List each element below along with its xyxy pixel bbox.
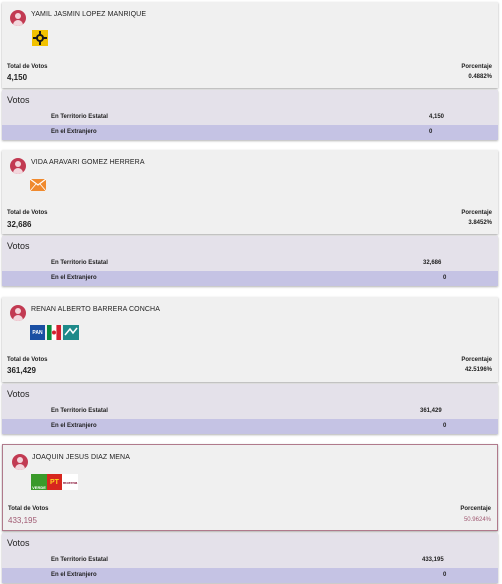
total-votos-label: Total de Votos — [7, 357, 48, 363]
extranjero-value: 0 — [443, 572, 447, 578]
porcentaje-label: Porcentaje — [461, 210, 492, 216]
table-row: En el Extranjero 0 — [2, 271, 498, 286]
extranjero-label: En el Extranjero — [51, 572, 97, 578]
pri-logo-icon — [47, 325, 61, 340]
votos-panel: Votos En Territorio Estatal 361,429 En e… — [2, 384, 498, 434]
table-row: En Territorio Estatal 361,429 — [2, 404, 498, 419]
table-row: En Territorio Estatal 4,150 — [2, 110, 498, 125]
pvem-logo-icon: VERDE — [31, 474, 47, 490]
avatar — [12, 454, 28, 470]
extranjero-value: 0 — [443, 423, 447, 429]
territorio-value: 4,150 — [429, 114, 445, 120]
territorio-value: 433,195 — [422, 557, 444, 563]
territorio-value: 361,429 — [420, 408, 442, 414]
avatar — [10, 305, 26, 321]
candidate-name: YAMIL JASMIN LOPEZ MANRIQUE — [31, 11, 147, 18]
total-votos-value: 4,150 — [7, 73, 28, 82]
avatar — [10, 10, 26, 26]
porcentaje-label: Porcentaje — [461, 357, 492, 363]
table-row: En el Extranjero 0 — [2, 125, 498, 140]
total-votos-label: Total de Votos — [7, 64, 48, 70]
porcentaje-value: 50.9624% — [463, 517, 491, 523]
extranjero-value: 0 — [443, 275, 447, 281]
candidate-name: VIDA ARAVARI GOMEZ HERRERA — [31, 159, 145, 166]
porcentaje-label: Porcentaje — [461, 64, 492, 70]
porcentaje-value: 3.8452% — [468, 220, 492, 226]
porcentaje-value: 0.4882% — [468, 74, 492, 80]
pan-logo-icon: PAN — [30, 325, 45, 340]
extranjero-label: En el Extranjero — [51, 129, 97, 135]
porcentaje-label: Porcentaje — [460, 506, 491, 512]
coalition-logo-icon — [63, 325, 79, 340]
votos-panel: Votos En Territorio Estatal 433,195 En e… — [2, 533, 498, 583]
total-votos-value: 361,429 — [7, 366, 36, 375]
porcentaje-value: 42.5196% — [464, 367, 492, 373]
territorio-label: En Territorio Estatal — [51, 408, 108, 414]
territorio-label: En Territorio Estatal — [51, 557, 108, 563]
votos-title: Votos — [7, 95, 30, 105]
extranjero-label: En el Extranjero — [51, 275, 97, 281]
votos-title: Votos — [7, 241, 30, 251]
total-votos-value: 32,686 — [7, 220, 32, 229]
territorio-label: En Territorio Estatal — [51, 114, 108, 120]
party-logo-icon — [32, 30, 48, 46]
table-row: En Territorio Estatal 433,195 — [2, 553, 498, 568]
candidate-name: RENAN ALBERTO BARRERA CONCHA — [31, 306, 160, 313]
votos-panel: Votos En Territorio Estatal 32,686 En el… — [2, 236, 498, 286]
territorio-value: 32,686 — [423, 260, 442, 266]
total-votos-label: Total de Votos — [8, 506, 49, 512]
table-row: En el Extranjero 0 — [2, 419, 498, 434]
extranjero-value: 0 — [429, 129, 433, 135]
table-row: En Territorio Estatal 32,686 — [2, 256, 498, 271]
candidate-card: VIDA ARAVARI GOMEZ HERRERA Total de Voto… — [2, 150, 498, 234]
candidate-name: JOAQUIN JESUS DIAZ MENA — [32, 454, 130, 461]
table-row: En el Extranjero 0 — [2, 568, 498, 583]
candidate-card: YAMIL JASMIN LOPEZ MANRIQUE Total de Vot… — [2, 2, 498, 88]
total-votos-value: 433,195 — [8, 516, 37, 525]
candidate-card-winner: JOAQUIN JESUS DIAZ MENA VERDE PT morena … — [2, 444, 498, 531]
candidate-card: RENAN ALBERTO BARRERA CONCHA PAN Total d… — [2, 297, 498, 382]
votos-panel: Votos En Territorio Estatal 4,150 En el … — [2, 90, 498, 140]
extranjero-label: En el Extranjero — [51, 423, 97, 429]
territorio-label: En Territorio Estatal — [51, 260, 108, 266]
pt-logo-icon: PT — [47, 474, 62, 490]
votos-title: Votos — [7, 538, 30, 548]
total-votos-label: Total de Votos — [7, 210, 48, 216]
morena-logo-icon: morena — [62, 474, 78, 490]
avatar — [10, 158, 26, 174]
votos-title: Votos — [7, 389, 30, 399]
envelope-logo-icon — [30, 179, 46, 191]
